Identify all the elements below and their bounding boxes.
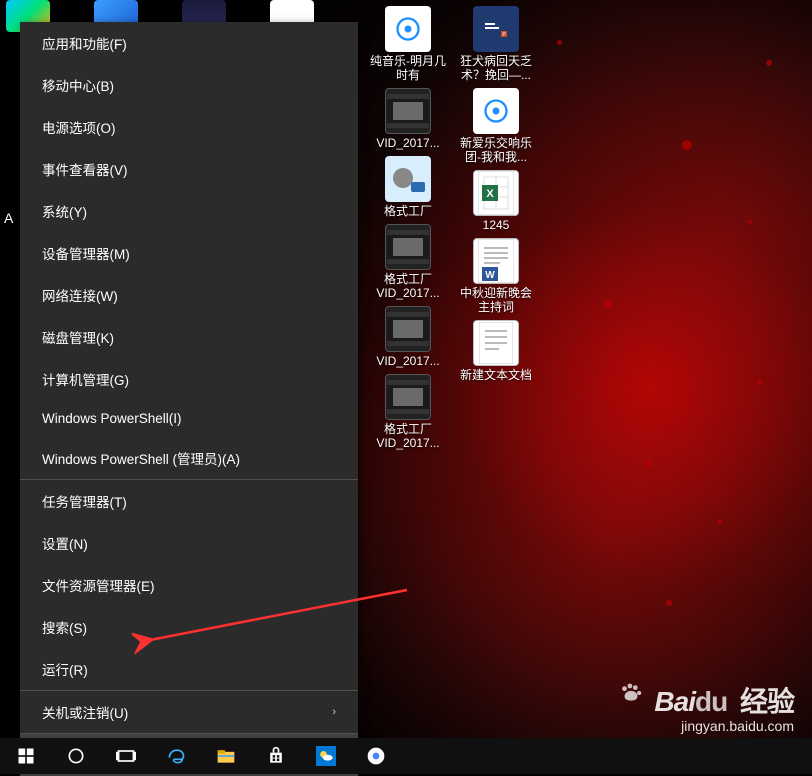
svg-text:W: W [485,270,495,281]
chevron-right-icon: › [332,706,336,718]
cortana-button[interactable] [54,739,98,773]
icon-label: 格式工厂 [384,204,432,218]
edge-button[interactable] [154,739,198,773]
menu-event-viewer[interactable]: 事件查看器(V) [20,148,358,190]
menu-item-label: Windows PowerShell(I) [42,411,182,426]
menu-powershell[interactable]: Windows PowerShell(I) [20,400,358,437]
menu-computer-management[interactable]: 计算机管理(G) [20,358,358,400]
txt-icon [473,320,519,366]
menu-mobility-center[interactable]: 移动中心(B) [20,64,358,106]
menu-item-label: 移动中心(B) [42,75,114,95]
menu-item-label: 设备管理器(M) [42,243,130,263]
music-icon [385,6,431,52]
menu-item-label: 设置(N) [42,533,88,553]
taskbar [0,738,812,774]
menu-network-connections[interactable]: 网络连接(W) [20,274,358,316]
store-button[interactable] [254,739,298,773]
format-icon [385,156,431,202]
ppt-icon: P [473,6,519,52]
menu-item-label: 搜索(S) [42,617,87,637]
icon-rabies-ppt[interactable]: P狂犬病回天乏术？挽回—... [454,6,538,82]
video-icon [385,88,431,134]
icon-label: 格式工厂VID_2017... [367,422,449,450]
menu-task-manager[interactable]: 任务管理器(T) [20,480,358,522]
icon-label: 1245 [483,218,510,232]
icon-vid-2017-a[interactable]: VID_2017... [366,88,450,150]
svg-text:X: X [486,188,494,200]
menu-disk-management[interactable]: 磁盘管理(K) [20,316,358,358]
icon-label: 新爱乐交响乐团-我和我... [455,136,537,164]
menu-apps-and-features[interactable]: 应用和功能(F) [20,22,358,64]
icon-vid-2017-c[interactable]: VID_2017... [366,306,450,368]
video-icon [385,306,431,352]
menu-item-label: 应用和功能(F) [42,33,127,53]
icon-label: 狂犬病回天乏术？挽回—... [455,54,537,82]
menu-power-options[interactable]: 电源选项(O) [20,106,358,148]
menu-settings[interactable]: 设置(N) [20,522,358,564]
menu-file-explorer[interactable]: 文件资源管理器(E) [20,564,358,606]
icon-mid-autumn[interactable]: W 中秋迎新晚会主持词 [454,238,538,314]
start-button[interactable] [4,739,48,773]
icon-label: 中秋迎新晚会主持词 [455,286,537,314]
menu-run[interactable]: 运行(R) [20,648,358,690]
weather-button[interactable] [304,739,348,773]
task-view-button[interactable] [104,739,148,773]
menu-device-manager[interactable]: 设备管理器(M) [20,232,358,274]
icon-label: VID_2017... [376,136,439,150]
menu-system[interactable]: 系统(Y) [20,190,358,232]
menu-item-label: 计算机管理(G) [42,369,129,389]
icon-format-factory[interactable]: 格式工厂 [366,156,450,218]
menu-item-label: 事件查看器(V) [42,159,128,179]
desktop-icons-col2: P狂犬病回天乏术？挽回—... 新爱乐交响乐团-我和我... X 1245 W 中秋迎新晚… [454,6,538,388]
icon-new-text[interactable]: 新建文本文档 [454,320,538,382]
desktop-icons-col1: 纯音乐-明月几时有 VID_2017... 格式工厂格式工厂VID_2017... V… [366,6,450,456]
icon-label: 格式工厂VID_2017... [367,272,449,300]
menu-item-label: 文件资源管理器(E) [42,575,155,595]
menu-item-label: Windows PowerShell (管理员)(A) [42,448,240,468]
truncated-label: A [4,210,13,226]
menu-search[interactable]: 搜索(S) [20,606,358,648]
menu-item-label: 关机或注销(U) [42,702,128,722]
excel-icon: X [473,170,519,216]
icon-1245[interactable]: X 1245 [454,170,538,232]
start-context-menu: 应用和功能(F) 移动中心(B) 电源选项(O) 事件查看器(V) 系统(Y) 设备管理器… [20,22,358,776]
menu-item-label: 系统(Y) [42,201,87,221]
video-icon [385,224,431,270]
video-icon [385,374,431,420]
chrome-button[interactable] [354,739,398,773]
menu-powershell-admin[interactable]: Windows PowerShell (管理员)(A) [20,437,358,479]
icon-orchestra[interactable]: 新爱乐交响乐团-我和我... [454,88,538,164]
menu-item-label: 任务管理器(T) [42,491,127,511]
menu-item-label: 电源选项(O) [42,117,116,137]
menu-item-label: 运行(R) [42,659,88,679]
menu-item-label: 网络连接(W) [42,285,118,305]
icon-label: VID_2017... [376,354,439,368]
menu-item-label: 磁盘管理(K) [42,327,114,347]
doc-icon: W [473,238,519,284]
music-icon [473,88,519,134]
watermark: Baidu 经验 jingyan.baidu.com [618,680,794,734]
icon-format-vid-b[interactable]: 格式工厂VID_2017... [366,224,450,300]
icon-label: 纯音乐-明月几时有 [367,54,449,82]
icon-format-vid-d[interactable]: 格式工厂VID_2017... [366,374,450,450]
menu-shutdown-signout[interactable]: 关机或注销(U) › [20,691,358,733]
file-explorer-button[interactable] [204,739,248,773]
icon-pure-music[interactable]: 纯音乐-明月几时有 [366,6,450,82]
icon-label: 新建文本文档 [460,368,532,382]
